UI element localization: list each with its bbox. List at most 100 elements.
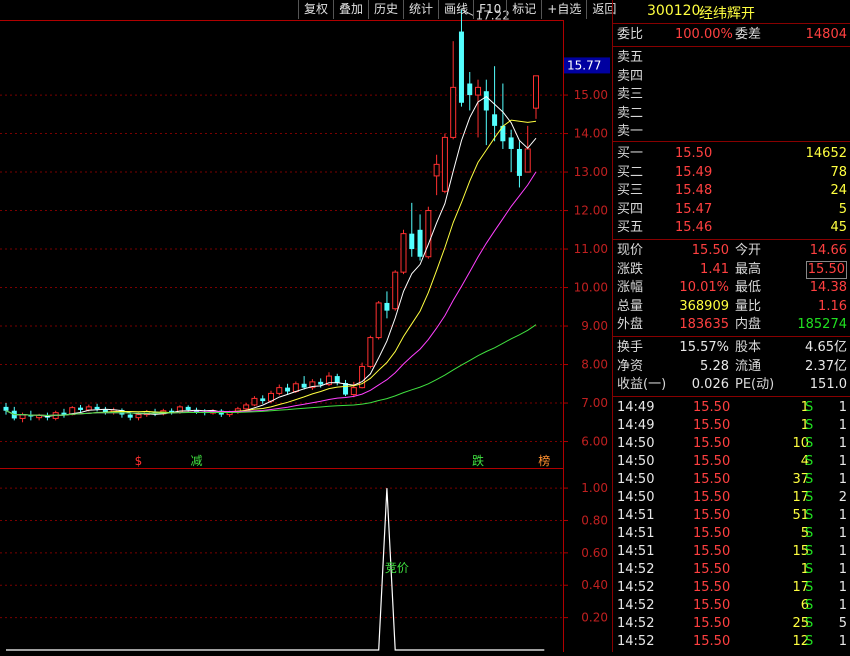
tick-time: 14:51 xyxy=(617,544,655,559)
tick-row: 14:51 15.50 5 S 1 xyxy=(613,525,850,543)
stat-value: 2.37亿 xyxy=(805,358,847,374)
tick-row: 14:50 15.50 17 S 2 xyxy=(613,489,850,507)
y-tick-label: 8.00 xyxy=(581,358,608,372)
tick-time: 14:52 xyxy=(617,634,655,649)
mark-button[interactable]: 标记 xyxy=(506,0,541,19)
draw-line-button[interactable]: 画线 xyxy=(438,0,473,19)
sub-tick-label: 0.80 xyxy=(581,513,608,527)
tick-direction: S xyxy=(805,454,814,469)
stat-row: 现价 15.50 今开 14.66 xyxy=(613,242,850,260)
fuquan-button[interactable]: 复权 xyxy=(298,0,333,19)
y-tick-label: 10.00 xyxy=(574,281,608,295)
bid-label: 买四 xyxy=(617,201,644,217)
bid-volume: 14652 xyxy=(805,146,847,161)
add-watchlist-button[interactable]: +自选 xyxy=(541,0,586,19)
candle-body-up xyxy=(524,148,531,173)
candle-body-down xyxy=(492,114,498,126)
stat-value: 15.50 xyxy=(805,260,847,279)
quote-panel: 300120 经纬辉开 委比 100.00% 委差 14804 14:49 15.… xyxy=(612,0,850,652)
event-marker: 减 xyxy=(190,454,202,468)
candle-body-down xyxy=(285,387,291,392)
candle-body-down xyxy=(334,376,340,384)
tick-price: 15.50 xyxy=(693,580,731,595)
tick-count: 1 xyxy=(838,472,847,487)
y-tick-label: 9.00 xyxy=(581,319,608,333)
tick-time: 14:52 xyxy=(617,598,655,613)
tick-row: 14:52 15.50 6 S 1 xyxy=(613,597,850,615)
candle-body-down xyxy=(409,233,415,250)
overlay-button[interactable]: 叠加 xyxy=(333,0,368,19)
bid-row: 买四 15.47 5 xyxy=(613,201,850,219)
candle-body-down xyxy=(301,383,307,388)
tick-direction: S xyxy=(805,616,814,631)
tick-count: 2 xyxy=(838,490,847,505)
tick-count: 1 xyxy=(838,598,847,613)
candle-body-down xyxy=(508,137,514,149)
stock-name: 经纬辉开 xyxy=(699,6,755,22)
tick-direction: S xyxy=(805,634,814,649)
tick-count: 1 xyxy=(838,418,847,433)
tick-count: 1 xyxy=(838,544,847,559)
tick-time: 14:50 xyxy=(617,472,655,487)
weicha-label: 委差 xyxy=(735,27,762,42)
stat2-row: 换手 15.57% 股本 4.65亿 xyxy=(613,339,850,357)
stat-label: 收益(一) xyxy=(617,377,667,393)
candle-body-up xyxy=(292,383,299,392)
tick-count: 1 xyxy=(838,634,847,649)
stat-value: 15.57% xyxy=(679,340,729,355)
candle-body-up xyxy=(350,387,357,396)
y-tick-label: 6.00 xyxy=(581,435,608,449)
stat-value: 5.28 xyxy=(700,358,729,374)
candle-body-up xyxy=(433,163,440,177)
ask-label: 卖二 xyxy=(617,105,644,121)
tick-count: 1 xyxy=(838,580,847,595)
bid-label: 买五 xyxy=(617,220,644,236)
tick-price: 15.50 xyxy=(693,544,731,559)
stat-value: 183635 xyxy=(679,317,729,333)
tick-time: 14:50 xyxy=(617,454,655,469)
bid-label: 买一 xyxy=(617,146,644,161)
stats-button[interactable]: 统计 xyxy=(403,0,438,19)
tick-price: 15.50 xyxy=(693,526,731,541)
tick-time: 14:51 xyxy=(617,526,655,541)
bid-label: 买二 xyxy=(617,164,644,180)
kline-chart[interactable]: 15.00 14.00 13.00 12.00 11.00 10.00 9.00 8.00 7.… xyxy=(0,0,612,652)
candle-body-down xyxy=(458,31,464,103)
bid-volume: 78 xyxy=(830,164,847,180)
tick-row: 14:52 15.50 17 S 1 xyxy=(613,579,850,597)
candle-body-up xyxy=(400,233,407,273)
stat2-row: 收益(一) 0.026 PE(动) 151.0 xyxy=(613,376,850,394)
candle-body-down xyxy=(318,381,324,385)
candle-body-up xyxy=(367,337,374,367)
event-marker: $ xyxy=(135,454,143,468)
y-tick-label: 15.00 xyxy=(574,88,608,102)
candle-body-down xyxy=(483,91,489,111)
weicha-value: 14804 xyxy=(805,27,847,42)
candle-body-down xyxy=(94,406,100,410)
chart-area[interactable]: 15.00 14.00 13.00 12.00 11.00 10.00 9.00 8.00 7.… xyxy=(0,0,612,652)
stat-value: 1.41 xyxy=(700,261,729,277)
weibi-label: 委比 xyxy=(617,27,644,42)
stat-value: 14.66 xyxy=(809,243,847,258)
bid-row: 买五 15.46 45 xyxy=(613,219,850,237)
tick-price: 15.50 xyxy=(693,400,731,415)
tick-price: 15.50 xyxy=(693,472,731,487)
bid-row: 买二 15.49 78 xyxy=(613,164,850,182)
bid-volume: 5 xyxy=(838,201,847,217)
candle-body-up xyxy=(533,75,539,109)
history-button[interactable]: 历史 xyxy=(368,0,403,19)
bid-price: 15.48 xyxy=(675,183,713,199)
tick-price: 15.50 xyxy=(693,454,731,469)
tick-price: 15.50 xyxy=(693,598,731,613)
ask-label: 卖五 xyxy=(617,50,644,65)
stat-label: 最高 xyxy=(735,261,762,277)
stat-label: 涨跌 xyxy=(617,261,644,277)
f10-button[interactable]: F10 xyxy=(473,0,506,19)
stat-label: PE(动) xyxy=(735,377,775,393)
bid-volume: 45 xyxy=(830,220,847,236)
stat-label: 股本 xyxy=(735,340,762,355)
ask-row: 卖一 xyxy=(613,123,850,141)
stock-header: 300120 经纬辉开 xyxy=(613,0,850,22)
stat-value: 14.38 xyxy=(809,280,847,296)
stat-label: 最低 xyxy=(735,280,762,296)
